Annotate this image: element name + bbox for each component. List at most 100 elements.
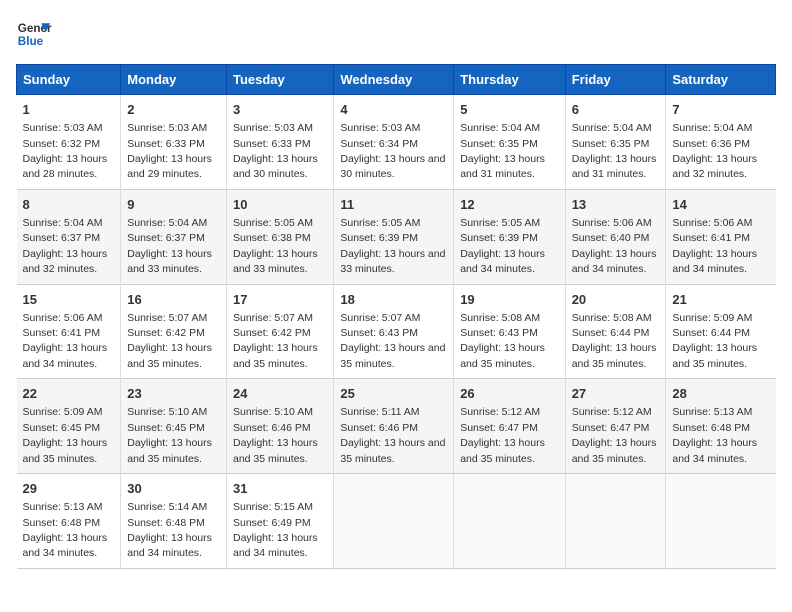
- day-number: 26: [460, 385, 559, 403]
- day-detail: Sunrise: 5:06 AMSunset: 6:41 PMDaylight:…: [23, 312, 108, 370]
- week-row-3: 15 Sunrise: 5:06 AMSunset: 6:41 PMDayligh…: [17, 284, 776, 379]
- day-detail: Sunrise: 5:10 AMSunset: 6:46 PMDaylight:…: [233, 406, 318, 464]
- day-detail: Sunrise: 5:04 AMSunset: 6:35 PMDaylight:…: [460, 122, 545, 180]
- page-header: General Blue: [16, 16, 776, 52]
- day-cell: 23 Sunrise: 5:10 AMSunset: 6:45 PMDayligh…: [121, 379, 227, 474]
- week-row-4: 22 Sunrise: 5:09 AMSunset: 6:45 PMDayligh…: [17, 379, 776, 474]
- day-detail: Sunrise: 5:06 AMSunset: 6:41 PMDaylight:…: [672, 217, 757, 275]
- day-detail: Sunrise: 5:10 AMSunset: 6:45 PMDaylight:…: [127, 406, 212, 464]
- day-detail: Sunrise: 5:05 AMSunset: 6:39 PMDaylight:…: [460, 217, 545, 275]
- column-header-wednesday: Wednesday: [334, 65, 454, 95]
- day-cell: 11Sunrise: 5:05 AMSunset: 6:39 PMDayligh…: [334, 189, 454, 284]
- day-cell: 30Sunrise: 5:14 AMSunset: 6:48 PMDayligh…: [121, 474, 227, 569]
- day-number: 16: [127, 291, 220, 309]
- day-number: 18: [340, 291, 447, 309]
- day-cell: 31Sunrise: 5:15 AMSunset: 6:49 PMDayligh…: [226, 474, 333, 569]
- column-header-sunday: Sunday: [17, 65, 121, 95]
- day-cell: 28 Sunrise: 5:13 AMSunset: 6:48 PMDayligh…: [666, 379, 776, 474]
- day-cell: 27Sunrise: 5:12 AMSunset: 6:47 PMDayligh…: [565, 379, 666, 474]
- day-number: 27: [572, 385, 660, 403]
- day-detail: Sunrise: 5:03 AMSunset: 6:33 PMDaylight:…: [233, 122, 318, 180]
- day-cell: 1 Sunrise: 5:03 AMSunset: 6:32 PMDaylight…: [17, 95, 121, 190]
- day-number: 6: [572, 101, 660, 119]
- day-number: 17: [233, 291, 327, 309]
- week-row-5: 29 Sunrise: 5:13 AMSunset: 6:48 PMDayligh…: [17, 474, 776, 569]
- day-number: 5: [460, 101, 559, 119]
- day-detail: Sunrise: 5:04 AMSunset: 6:35 PMDaylight:…: [572, 122, 657, 180]
- day-cell: 16Sunrise: 5:07 AMSunset: 6:42 PMDayligh…: [121, 284, 227, 379]
- day-number: 7: [672, 101, 769, 119]
- day-cell: [565, 474, 666, 569]
- column-header-friday: Friday: [565, 65, 666, 95]
- day-detail: Sunrise: 5:04 AMSunset: 6:37 PMDaylight:…: [127, 217, 212, 275]
- day-number: 20: [572, 291, 660, 309]
- day-detail: Sunrise: 5:07 AMSunset: 6:43 PMDaylight:…: [340, 312, 445, 370]
- day-number: 21: [672, 291, 769, 309]
- day-cell: 14 Sunrise: 5:06 AMSunset: 6:41 PMDayligh…: [666, 189, 776, 284]
- day-cell: 5 Sunrise: 5:04 AMSunset: 6:35 PMDaylight…: [454, 95, 566, 190]
- day-detail: Sunrise: 5:04 AMSunset: 6:37 PMDaylight:…: [23, 217, 108, 275]
- day-cell: 25 Sunrise: 5:11 AMSunset: 6:46 PMDayligh…: [334, 379, 454, 474]
- day-cell: 7Sunrise: 5:04 AMSunset: 6:36 PMDaylight…: [666, 95, 776, 190]
- day-number: 12: [460, 196, 559, 214]
- day-number: 28: [672, 385, 769, 403]
- day-number: 19: [460, 291, 559, 309]
- header-row: SundayMondayTuesdayWednesdayThursdayFrid…: [17, 65, 776, 95]
- day-cell: 2 Sunrise: 5:03 AMSunset: 6:33 PMDaylight…: [121, 95, 227, 190]
- day-number: 15: [23, 291, 115, 309]
- day-number: 13: [572, 196, 660, 214]
- column-header-tuesday: Tuesday: [226, 65, 333, 95]
- day-detail: Sunrise: 5:14 AMSunset: 6:48 PMDaylight:…: [127, 501, 212, 559]
- week-row-2: 8 Sunrise: 5:04 AMSunset: 6:37 PMDaylight…: [17, 189, 776, 284]
- day-detail: Sunrise: 5:03 AMSunset: 6:33 PMDaylight:…: [127, 122, 212, 180]
- day-cell: 26 Sunrise: 5:12 AMSunset: 6:47 PMDayligh…: [454, 379, 566, 474]
- day-number: 9: [127, 196, 220, 214]
- day-detail: Sunrise: 5:08 AMSunset: 6:43 PMDaylight:…: [460, 312, 545, 370]
- day-cell: [666, 474, 776, 569]
- day-cell: 18 Sunrise: 5:07 AMSunset: 6:43 PMDayligh…: [334, 284, 454, 379]
- day-detail: Sunrise: 5:13 AMSunset: 6:48 PMDaylight:…: [672, 406, 757, 464]
- day-number: 29: [23, 480, 115, 498]
- logo: General Blue: [16, 16, 52, 52]
- day-cell: 24 Sunrise: 5:10 AMSunset: 6:46 PMDayligh…: [226, 379, 333, 474]
- day-cell: 6 Sunrise: 5:04 AMSunset: 6:35 PMDaylight…: [565, 95, 666, 190]
- day-number: 24: [233, 385, 327, 403]
- day-number: 25: [340, 385, 447, 403]
- day-cell: [454, 474, 566, 569]
- day-number: 31: [233, 480, 327, 498]
- day-cell: 9 Sunrise: 5:04 AMSunset: 6:37 PMDaylight…: [121, 189, 227, 284]
- logo-icon: General Blue: [16, 16, 52, 52]
- day-detail: Sunrise: 5:09 AMSunset: 6:45 PMDaylight:…: [23, 406, 108, 464]
- day-detail: Sunrise: 5:05 AMSunset: 6:39 PMDaylight:…: [340, 217, 445, 275]
- svg-text:Blue: Blue: [18, 35, 44, 48]
- day-cell: 4 Sunrise: 5:03 AMSunset: 6:34 PMDaylight…: [334, 95, 454, 190]
- week-row-1: 1 Sunrise: 5:03 AMSunset: 6:32 PMDaylight…: [17, 95, 776, 190]
- day-cell: 10Sunrise: 5:05 AMSunset: 6:38 PMDayligh…: [226, 189, 333, 284]
- day-cell: 15 Sunrise: 5:06 AMSunset: 6:41 PMDayligh…: [17, 284, 121, 379]
- day-detail: Sunrise: 5:03 AMSunset: 6:32 PMDaylight:…: [23, 122, 108, 180]
- day-number: 14: [672, 196, 769, 214]
- day-detail: Sunrise: 5:03 AMSunset: 6:34 PMDaylight:…: [340, 122, 445, 180]
- column-header-saturday: Saturday: [666, 65, 776, 95]
- day-detail: Sunrise: 5:08 AMSunset: 6:44 PMDaylight:…: [572, 312, 657, 370]
- day-number: 1: [23, 101, 115, 119]
- day-number: 4: [340, 101, 447, 119]
- day-cell: 20 Sunrise: 5:08 AMSunset: 6:44 PMDayligh…: [565, 284, 666, 379]
- day-cell: 8 Sunrise: 5:04 AMSunset: 6:37 PMDaylight…: [17, 189, 121, 284]
- day-detail: Sunrise: 5:07 AMSunset: 6:42 PMDaylight:…: [233, 312, 318, 370]
- day-number: 3: [233, 101, 327, 119]
- day-detail: Sunrise: 5:12 AMSunset: 6:47 PMDaylight:…: [460, 406, 545, 464]
- day-number: 8: [23, 196, 115, 214]
- day-cell: [334, 474, 454, 569]
- day-detail: Sunrise: 5:13 AMSunset: 6:48 PMDaylight:…: [23, 501, 108, 559]
- day-number: 23: [127, 385, 220, 403]
- day-number: 22: [23, 385, 115, 403]
- day-number: 2: [127, 101, 220, 119]
- day-cell: 17 Sunrise: 5:07 AMSunset: 6:42 PMDayligh…: [226, 284, 333, 379]
- day-cell: 19 Sunrise: 5:08 AMSunset: 6:43 PMDayligh…: [454, 284, 566, 379]
- day-detail: Sunrise: 5:06 AMSunset: 6:40 PMDaylight:…: [572, 217, 657, 275]
- day-cell: 12 Sunrise: 5:05 AMSunset: 6:39 PMDayligh…: [454, 189, 566, 284]
- day-detail: Sunrise: 5:11 AMSunset: 6:46 PMDaylight:…: [340, 406, 445, 464]
- day-cell: 29 Sunrise: 5:13 AMSunset: 6:48 PMDayligh…: [17, 474, 121, 569]
- day-cell: 3 Sunrise: 5:03 AMSunset: 6:33 PMDaylight…: [226, 95, 333, 190]
